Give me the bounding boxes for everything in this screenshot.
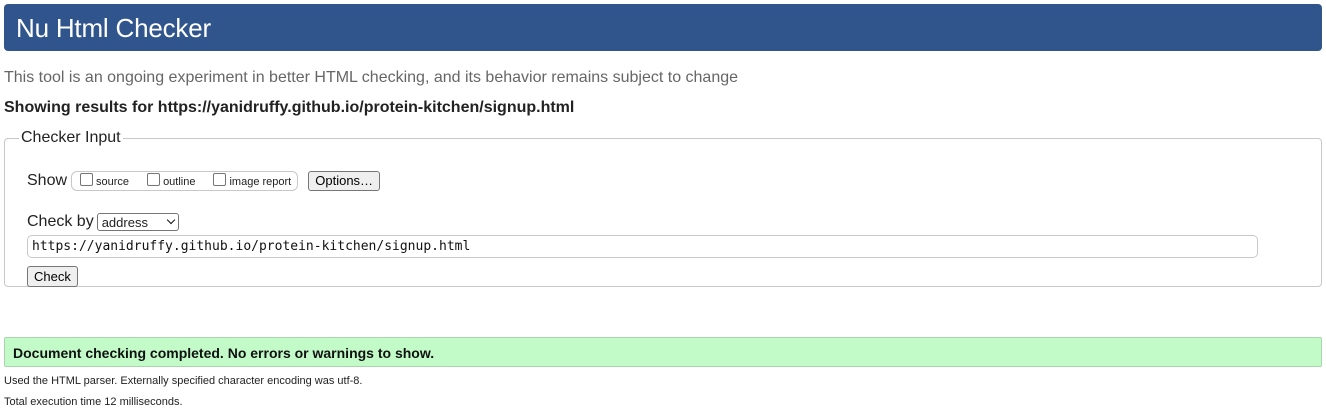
show-row: Show source outline image report Options… xyxy=(27,170,381,192)
header-bar: Nu Html Checker xyxy=(4,4,1322,51)
success-message-box: Document checking completed. No errors o… xyxy=(4,337,1322,367)
check-by-label: Check by xyxy=(27,213,94,230)
image-report-checkbox[interactable] xyxy=(213,172,227,186)
check-by-row: Check by address xyxy=(27,212,179,232)
check-button[interactable]: Check xyxy=(27,266,78,287)
show-options-group: source outline image report xyxy=(71,171,299,191)
chevron-down-icon xyxy=(166,215,175,225)
checker-input-legend: Checker Input xyxy=(21,129,121,146)
page: Nu Html Checker This tool is an ongoing … xyxy=(0,0,1326,417)
image-report-checkbox-label[interactable]: image report xyxy=(229,176,291,188)
results-for-heading: Showing results for https://yanidruffy.g… xyxy=(4,99,575,116)
success-message: Document checking completed. No errors o… xyxy=(13,345,435,361)
check-by-selected-value: address xyxy=(101,214,148,230)
intro-text: This tool is an ongoing experiment in be… xyxy=(4,69,739,86)
check-by-select[interactable]: address xyxy=(96,213,179,231)
options-button[interactable]: Options… xyxy=(308,171,381,191)
url-input[interactable]: https://yanidruffy.github.io/protein-kit… xyxy=(27,235,1258,258)
outline-checkbox[interactable] xyxy=(147,172,161,186)
show-label: Show xyxy=(27,172,68,189)
parser-info: Used the HTML parser. Externally specifi… xyxy=(4,375,363,387)
source-checkbox[interactable] xyxy=(80,172,94,186)
page-title: Nu Html Checker xyxy=(16,13,211,43)
checker-input-fieldset: Checker Input Show source outline image … xyxy=(4,130,1322,287)
execution-time: Total execution time 12 milliseconds. xyxy=(4,396,183,408)
outline-checkbox-label[interactable]: outline xyxy=(163,176,195,188)
source-checkbox-label[interactable]: source xyxy=(96,176,129,188)
